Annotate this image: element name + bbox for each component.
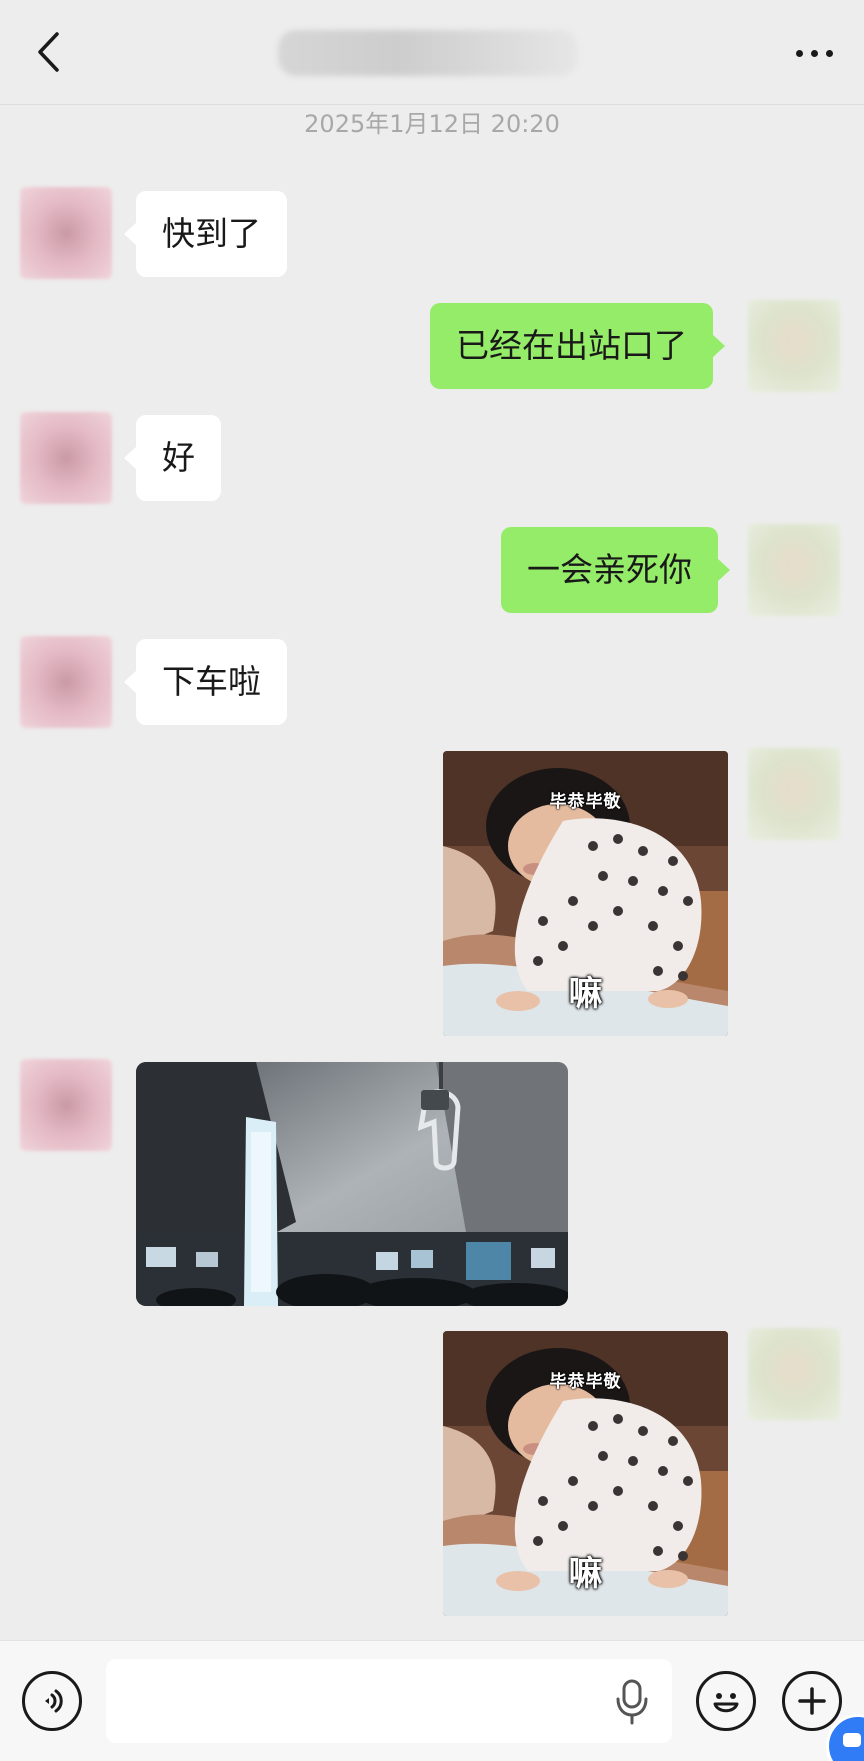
voice-toggle-button[interactable] [22,1671,82,1731]
emoji-icon [713,1693,739,1713]
message-bubble-peer[interactable]: 快到了 [124,191,287,277]
emoji-button[interactable] [696,1671,756,1731]
my-avatar[interactable] [748,748,840,840]
chat-title-blurred [278,30,578,76]
microphone-button[interactable] [612,1679,652,1725]
message-bubble-me[interactable]: 一会亲死你 [501,527,730,613]
sticker-caption: 毕恭毕敬 [549,1372,622,1392]
chat-bubble-icon [843,1733,861,1747]
top-navigation-bar [0,0,864,105]
more-dots-icon [795,49,833,57]
back-button[interactable] [22,22,74,82]
peer-avatar[interactable] [20,412,112,504]
voice-icon [45,1689,63,1713]
peer-avatar[interactable] [20,187,112,279]
plus-icon [798,1687,826,1715]
message-timestamp: 2025年1月12日 20:20 [304,110,560,138]
sticker-word: 嘛 [568,974,603,1014]
sticker-image[interactable]: 毕恭毕敬 嘛 [443,751,728,1036]
my-avatar[interactable] [748,1328,840,1420]
station-photo-illustration [136,1062,568,1306]
peer-avatar[interactable] [20,636,112,728]
peer-avatar[interactable] [20,1059,112,1151]
floating-assistant-button[interactable] [826,1714,864,1761]
sticker-word: 嘛 [568,1554,603,1594]
microphone-icon [616,1679,648,1725]
message-input-bar [0,1640,864,1761]
my-avatar[interactable] [748,300,840,392]
more-options-button[interactable] [786,26,842,80]
sticker-image[interactable]: 毕恭毕敬 嘛 [443,1331,728,1616]
chevron-left-icon [38,32,59,72]
message-bubble-me[interactable]: 已经在出站口了 [430,303,725,389]
chat-screen: 2025年1月12日 20:20 快到了 已经在出站口了 好 一会亲死你 下车啦 [0,0,864,1761]
my-avatar[interactable] [748,524,840,616]
message-bubble-peer[interactable]: 好 [124,415,221,501]
message-bubble-peer[interactable]: 下车啦 [124,639,287,725]
photo-message[interactable] [136,1062,568,1306]
message-text-input[interactable] [106,1659,672,1743]
sticker-caption: 毕恭毕敬 [549,792,622,812]
